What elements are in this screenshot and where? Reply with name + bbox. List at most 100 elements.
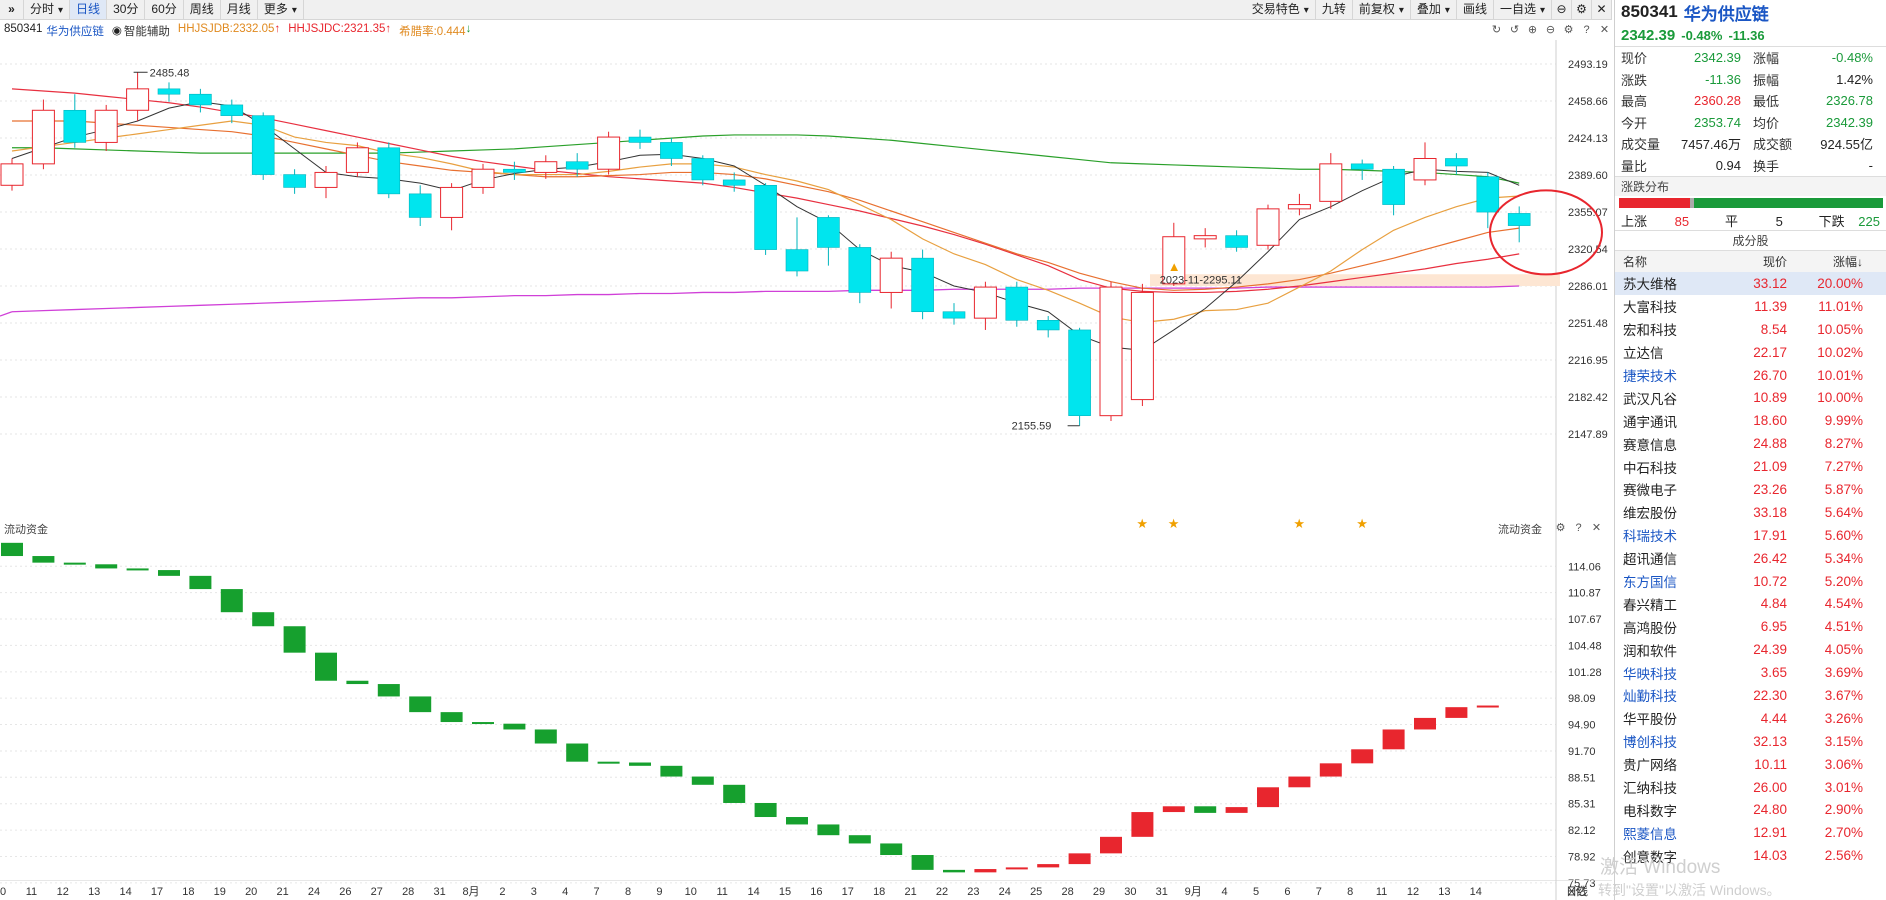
- quote-name[interactable]: 华为供应链: [1684, 0, 1769, 25]
- quote-row: 最高 2360.28 最低 2326.78: [1615, 90, 1886, 112]
- constituent-row[interactable]: 超讯通信 26.42 5.34%: [1615, 547, 1886, 570]
- gear-icon[interactable]: ⚙: [1572, 0, 1592, 19]
- watchlist-menu[interactable]: 一自选: [1494, 0, 1552, 19]
- help-icon[interactable]: ?: [1579, 23, 1594, 38]
- close-icon[interactable]: ✕: [1589, 521, 1604, 536]
- candle-body: [660, 142, 683, 159]
- flow-bar: [315, 652, 337, 681]
- zoom-in-icon[interactable]: ⊕: [1525, 23, 1540, 38]
- constituent-row[interactable]: 电科数字 24.80 2.90%: [1615, 798, 1886, 821]
- tab-more[interactable]: 更多: [258, 0, 304, 19]
- tab-weekly[interactable]: 周线: [184, 0, 221, 19]
- flow-bar: [534, 729, 557, 744]
- candle-body: [471, 168, 495, 188]
- candle-body: [754, 184, 777, 250]
- smart-assist-label[interactable]: 智能辅助: [124, 23, 170, 39]
- candle-body: [251, 115, 275, 175]
- reset-icon[interactable]: ↺: [1507, 23, 1522, 38]
- constituent-row[interactable]: 宏和科技 8.54 10.05%: [1615, 318, 1886, 341]
- price-tick-label: 2355.07: [1568, 207, 1608, 219]
- constituent-row[interactable]: 汇纳科技 26.00 3.01%: [1615, 776, 1886, 799]
- draw-line-button[interactable]: 画线: [1457, 0, 1494, 19]
- date-tick-label: 28: [402, 886, 414, 898]
- zoom-out-icon[interactable]: ⊖: [1543, 23, 1558, 38]
- constituent-row[interactable]: 东方国信 10.72 5.20%: [1615, 570, 1886, 593]
- quote-key: 现价: [1621, 51, 1648, 67]
- flow-tick-label: 78.92: [1568, 851, 1596, 863]
- quote-row: 现价 2342.39 涨幅 -0.48%: [1615, 47, 1886, 69]
- arrow-up-icon: ▲: [1168, 259, 1181, 274]
- flow-bar: [1037, 864, 1060, 868]
- constituent-row[interactable]: 苏大维格 33.12 20.00%: [1615, 272, 1886, 295]
- price-tick-label: 2182.42: [1568, 392, 1608, 404]
- constituent-row[interactable]: 大富科技 11.39 11.01%: [1615, 295, 1886, 318]
- tab-daily[interactable]: 日线: [70, 0, 108, 19]
- constituent-row[interactable]: 捷荣技术 26.70 10.01%: [1615, 364, 1886, 387]
- candle-body: [440, 186, 464, 218]
- constituent-row[interactable]: 春兴精工 4.84 4.54%: [1615, 592, 1886, 615]
- tab-60min[interactable]: 60分: [145, 0, 184, 19]
- close-icon[interactable]: ✕: [1592, 0, 1612, 19]
- constituent-pct: 3.67%: [1824, 687, 1863, 703]
- flow-bar: [1476, 705, 1499, 708]
- constituent-row[interactable]: 维宏股份 33.18 5.64%: [1615, 501, 1886, 524]
- quote-key: 成交额: [1753, 137, 1793, 153]
- constituent-price: 24.39: [1753, 642, 1787, 658]
- quote-key: 均价: [1753, 115, 1780, 131]
- gear-icon[interactable]: ⚙: [1553, 521, 1568, 536]
- flow-bar: [440, 712, 463, 723]
- tab-minute[interactable]: 分时: [24, 0, 71, 19]
- overlay-menu[interactable]: 叠加: [1411, 0, 1457, 19]
- kline-chart[interactable]: 2493.19 2458.66 2424.13 2389.60 2355.07 2320.…: [0, 40, 1612, 540]
- constituent-pct: 5.20%: [1824, 573, 1863, 589]
- constituent-row[interactable]: 灿勤科技 22.30 3.67%: [1615, 684, 1886, 707]
- col-price[interactable]: 现价: [1711, 253, 1787, 270]
- constituent-row[interactable]: 华平股份 4.44 3.26%: [1615, 707, 1886, 730]
- constituent-row[interactable]: 科瑞技术 17.91 5.60%: [1615, 524, 1886, 547]
- minus-circle-icon[interactable]: ⊖: [1552, 0, 1572, 19]
- date-tick-label: 14: [119, 886, 131, 898]
- constituent-row[interactable]: 博创科技 32.13 3.15%: [1615, 730, 1886, 753]
- refresh-icon[interactable]: ↻: [1489, 23, 1504, 38]
- flow-chart[interactable]: 114.06 110.87 107.67 104.48 101.28 98.09 94.90…: [0, 538, 1612, 900]
- constituent-row[interactable]: 高鸿股份 6.95 4.51%: [1615, 615, 1886, 638]
- date-tick-label: 12: [57, 886, 69, 898]
- close-icon[interactable]: ✕: [1597, 23, 1612, 38]
- date-tick-label: 20: [245, 886, 257, 898]
- constituent-row[interactable]: 华映科技 3.65 3.69%: [1615, 661, 1886, 684]
- tab-30min[interactable]: 30分: [107, 0, 146, 19]
- col-pct[interactable]: 涨幅↓: [1787, 253, 1871, 270]
- date-tick-label: 28: [1061, 886, 1073, 898]
- flow-bar: [691, 776, 714, 785]
- fq-menu[interactable]: 前复权: [1353, 0, 1411, 19]
- tab-monthly[interactable]: 月线: [221, 0, 258, 19]
- constituent-row[interactable]: 中石科技 21.09 7.27%: [1615, 455, 1886, 478]
- flow-tick-label: 85.31: [1568, 799, 1596, 811]
- col-name[interactable]: 名称: [1615, 253, 1711, 270]
- trade-feature-menu[interactable]: 交易特色: [1246, 0, 1316, 19]
- date-tick-label: 13: [1438, 886, 1450, 898]
- arrow-down-icon: ↓: [465, 23, 472, 35]
- date-tick-label: 14: [747, 886, 759, 898]
- date-tick-label: 26: [339, 886, 351, 898]
- constituent-row[interactable]: 贵广网络 10.11 3.06%: [1615, 753, 1886, 776]
- expand-icon[interactable]: »: [0, 0, 24, 19]
- constituent-row[interactable]: 润和软件 24.39 4.05%: [1615, 638, 1886, 661]
- help-icon[interactable]: ?: [1571, 521, 1586, 536]
- constituent-row[interactable]: 通宇通讯 18.60 9.99%: [1615, 409, 1886, 432]
- constituent-pct: 3.06%: [1824, 756, 1863, 772]
- constituent-row[interactable]: 赛意信息 24.88 8.27%: [1615, 432, 1886, 455]
- constituent-row[interactable]: 赛微电子 23.26 5.87%: [1615, 478, 1886, 501]
- candle: [1005, 281, 1029, 327]
- constituent-name: 春兴精工: [1623, 597, 1677, 613]
- constituent-row[interactable]: 武汉凡谷 10.89 10.00%: [1615, 386, 1886, 409]
- assist-toggle-icon[interactable]: ◉: [112, 23, 122, 39]
- constituent-row[interactable]: 立达信 22.17 10.02%: [1615, 341, 1886, 364]
- candle: [1099, 281, 1123, 422]
- constituent-row[interactable]: 熙菱信息 12.91 2.70%: [1615, 821, 1886, 844]
- quote-key: 最高: [1621, 94, 1648, 110]
- candle-body: [785, 249, 809, 272]
- candle-body: [1068, 329, 1091, 416]
- gear-icon[interactable]: ⚙: [1561, 23, 1576, 38]
- nine-turn-button[interactable]: 九转: [1316, 0, 1353, 19]
